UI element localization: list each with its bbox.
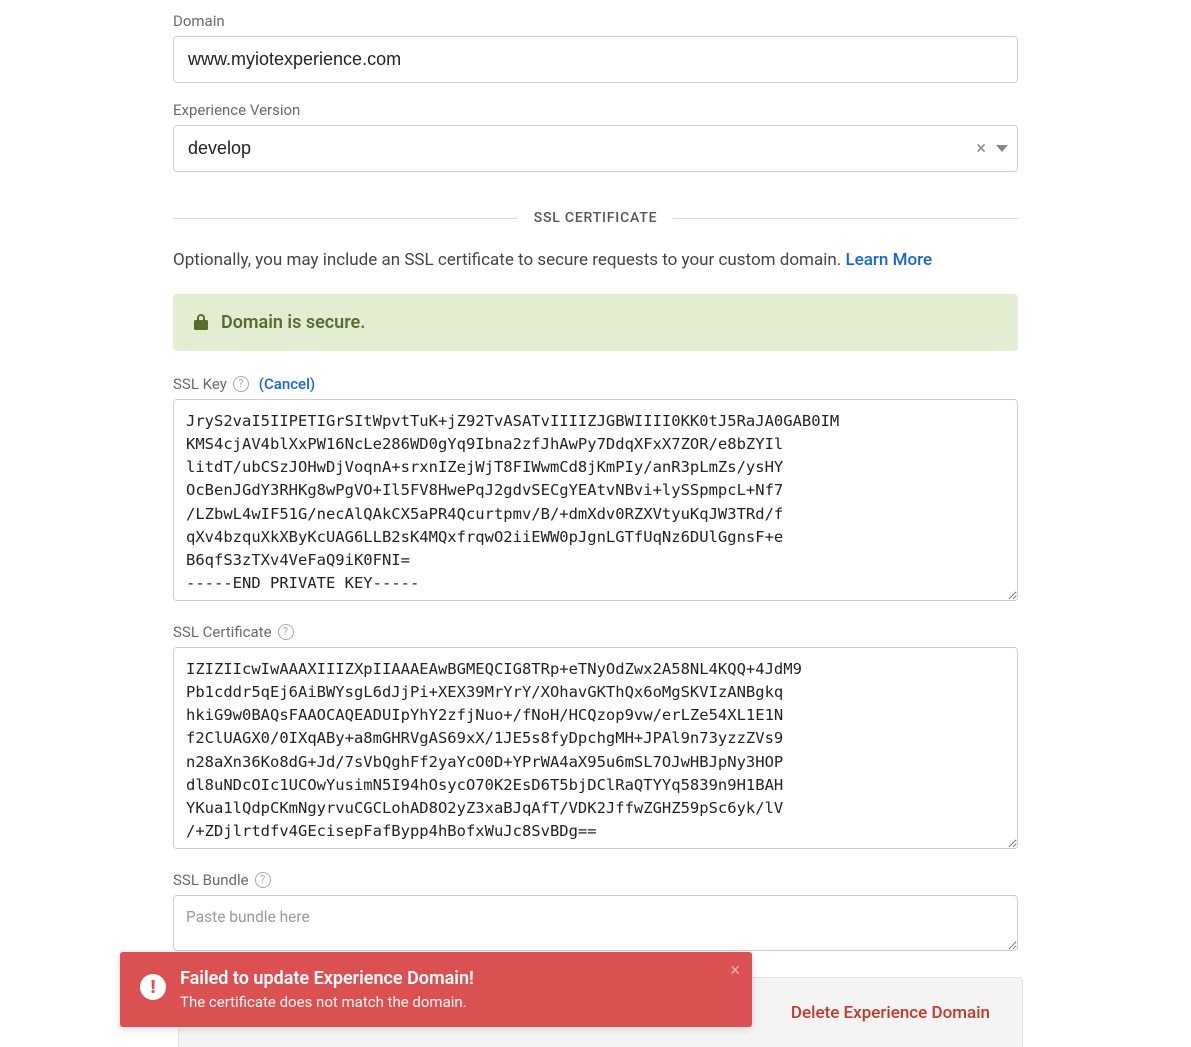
help-icon[interactable]: ? [255,872,271,888]
experience-version-select[interactable]: × [173,125,1018,172]
ssl-bundle-label: SSL Bundle [173,871,249,889]
error-toast: ! Failed to update Experience Domain! Th… [120,952,752,1027]
experience-version-value[interactable] [173,125,1018,172]
toast-title: Failed to update Experience Domain! [180,968,474,989]
help-icon[interactable]: ? [278,624,294,640]
close-icon[interactable]: × [730,962,740,980]
ssl-section-title: SSL CERTIFICATE [518,210,674,226]
ssl-key-cancel-link[interactable]: (Cancel) [259,375,315,393]
domain-input[interactable] [173,36,1018,83]
domain-secure-text: Domain is secure. [221,312,365,333]
learn-more-link[interactable]: Learn More [845,250,932,270]
ssl-intro-text: Optionally, you may include an SSL certi… [173,248,1018,274]
error-icon: ! [140,974,166,1000]
delete-experience-domain-link[interactable]: Delete Experience Domain [791,1003,990,1023]
experience-version-label: Experience Version [173,101,1018,119]
chevron-down-icon[interactable] [996,145,1008,152]
lock-icon [193,313,209,331]
help-icon[interactable]: ? [233,376,249,392]
domain-label: Domain [173,12,1018,30]
ssl-key-label: SSL Key [173,375,227,393]
ssl-bundle-textarea[interactable] [173,895,1018,951]
ssl-key-textarea[interactable] [173,399,1018,601]
ssl-intro-body: Optionally, you may include an SSL certi… [173,250,845,270]
ssl-section-divider: SSL CERTIFICATE [173,210,1018,226]
clear-selection-icon[interactable]: × [976,140,986,158]
ssl-certificate-label: SSL Certificate [173,623,272,641]
toast-message: The certificate does not match the domai… [180,993,474,1011]
domain-secure-banner: Domain is secure. [173,294,1018,351]
ssl-certificate-textarea[interactable] [173,647,1018,849]
